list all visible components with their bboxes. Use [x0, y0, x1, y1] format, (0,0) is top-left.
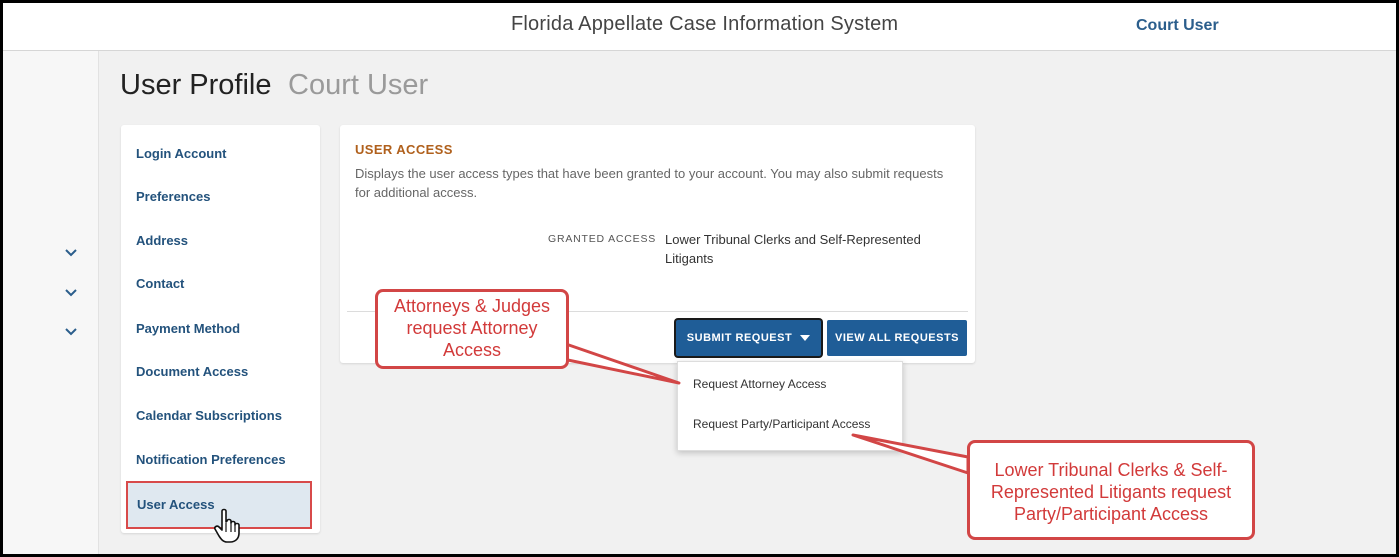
callout-arrow-attorney — [561, 341, 681, 385]
screenshot-frame: Florida Appellate Case Information Syste… — [0, 0, 1399, 557]
callout-arrow-party — [851, 433, 970, 475]
hand-pointer-icon — [212, 508, 244, 544]
callout-party: Lower Tribunal Clerks & Self-Represented… — [967, 440, 1255, 540]
callout-attorney: Attorneys & Judges request Attorney Acce… — [375, 289, 569, 369]
